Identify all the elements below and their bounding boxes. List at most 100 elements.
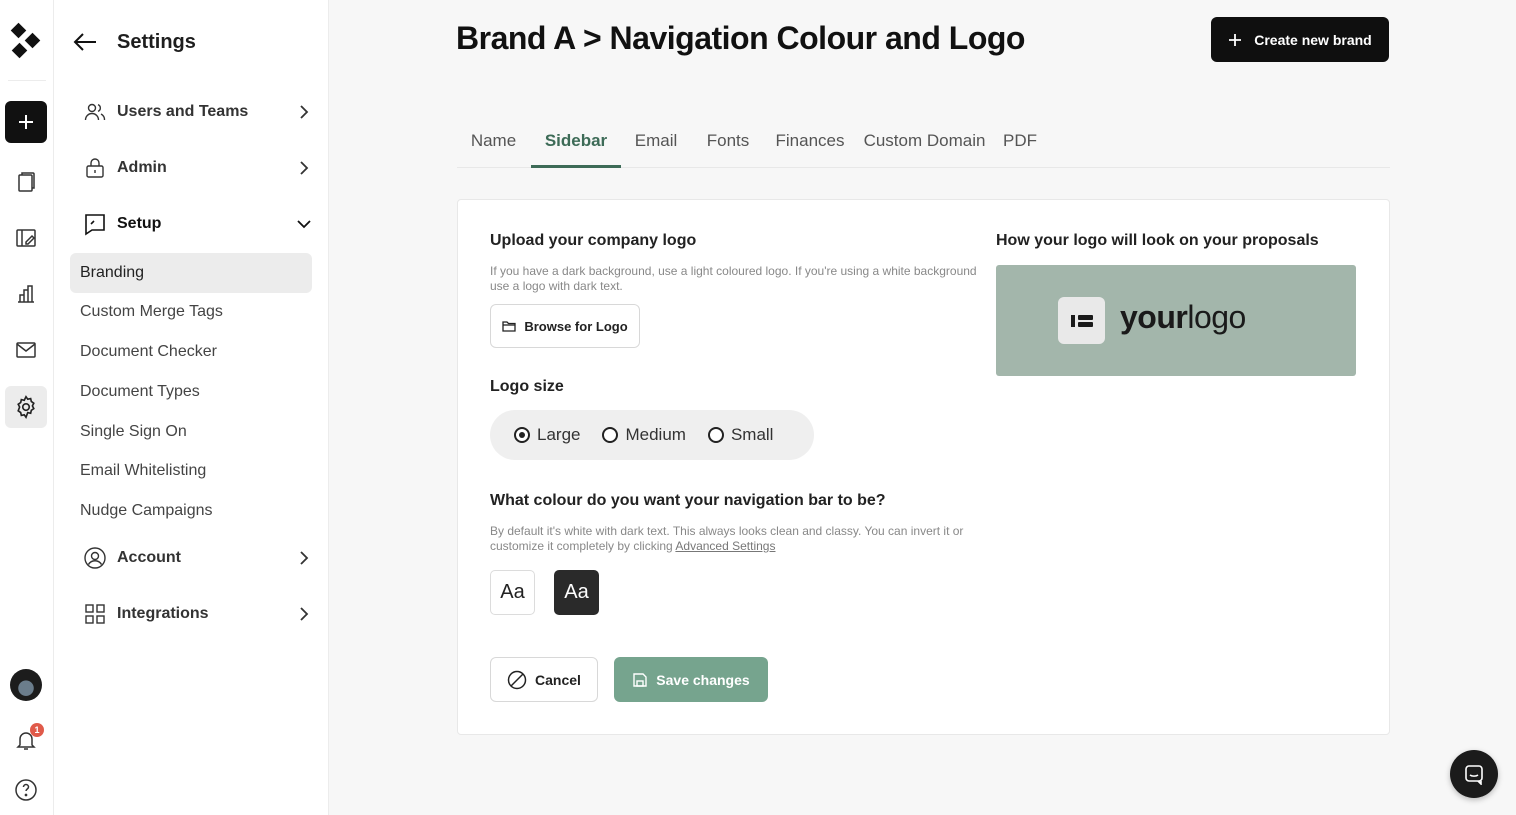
size-label: Large xyxy=(537,425,581,444)
advanced-settings-link[interactable]: Advanced Settings xyxy=(675,539,775,553)
logo-mark xyxy=(1058,297,1105,344)
logo-size-radio-group: Large Medium Small xyxy=(490,410,814,460)
browse-logo-label: Browse for Logo xyxy=(524,318,628,334)
colour-help-text: By default it's white with dark text. Th… xyxy=(490,524,990,554)
analytics-icon xyxy=(18,285,34,303)
setup-item-email-whitelisting[interactable]: Email Whitelisting xyxy=(70,451,312,491)
logo-mark-icon xyxy=(1070,314,1093,327)
chevron-right-icon xyxy=(300,607,309,621)
grid-icon xyxy=(85,604,105,624)
save-changes-label: Save changes xyxy=(656,671,750,688)
save-changes-button[interactable]: Save changes xyxy=(614,657,768,702)
colour-help-line-1: By default it's white with dark text. Th… xyxy=(490,524,964,538)
tab-name[interactable]: Name xyxy=(457,120,530,168)
lock-icon xyxy=(86,158,104,178)
radio-icon xyxy=(602,427,619,443)
size-option-large[interactable]: Large xyxy=(514,425,580,445)
help-button[interactable] xyxy=(5,769,47,811)
cancel-button[interactable]: Cancel xyxy=(490,657,598,702)
tab-sidebar[interactable]: Sidebar xyxy=(531,120,621,168)
create-new-brand-label: Create new brand xyxy=(1254,31,1372,48)
upload-help-text: If you have a dark background, use a lig… xyxy=(490,264,990,294)
colour-heading: What colour do you want your navigation … xyxy=(490,492,886,509)
cancel-icon xyxy=(507,670,527,689)
size-label: Medium xyxy=(625,425,686,444)
chat-icon xyxy=(1465,765,1483,785)
nav-label: Integrations xyxy=(117,605,209,622)
users-icon xyxy=(84,103,106,121)
size-label: Small xyxy=(730,425,774,444)
nav-colour-dark-swatch[interactable]: Aa xyxy=(554,570,599,615)
logo-word-light: logo xyxy=(1187,299,1246,335)
folder-icon xyxy=(502,321,517,332)
logo-wordmark: yourlogo xyxy=(1120,299,1246,336)
chevron-right-icon xyxy=(300,105,309,119)
nav-colour-light-swatch[interactable]: Aa xyxy=(490,570,535,615)
setup-item-single-sign-on[interactable]: Single Sign On xyxy=(70,412,312,452)
icon-rail: 1 xyxy=(0,0,54,815)
nav-account[interactable]: Account xyxy=(70,538,320,578)
colour-help-line-2: customize it completely by clicking xyxy=(490,539,676,553)
documents-button[interactable] xyxy=(5,161,47,203)
preview-heading: How your logo will look on your proposal… xyxy=(996,232,1319,249)
nav-label: Users and Teams xyxy=(117,103,249,120)
documents-icon xyxy=(18,172,35,192)
tab-finances[interactable]: Finances xyxy=(765,120,855,168)
save-icon xyxy=(633,672,647,687)
size-option-small[interactable]: Small xyxy=(707,425,774,445)
plus-icon xyxy=(1229,33,1242,46)
brand-logo-icon[interactable] xyxy=(10,22,44,62)
account-icon xyxy=(84,547,106,569)
templates-icon xyxy=(16,229,36,247)
brand-tabs: Name Sidebar Email Fonts Finances Custom… xyxy=(457,120,1390,168)
plus-icon xyxy=(19,115,33,129)
logo-word-bold: your xyxy=(1120,299,1188,335)
nav-label: Admin xyxy=(117,159,167,176)
back-arrow-icon[interactable] xyxy=(72,30,98,54)
setup-item-branding[interactable]: Branding xyxy=(70,253,312,293)
tab-custom-domain[interactable]: Custom Domain xyxy=(856,120,993,168)
logo-preview: yourlogo xyxy=(996,265,1356,376)
rail-divider xyxy=(8,80,46,81)
nav-setup[interactable]: Setup xyxy=(70,204,320,244)
upload-help-line-1: If you have a dark background, use a lig… xyxy=(490,264,977,278)
cancel-label: Cancel xyxy=(535,671,581,688)
mail-icon xyxy=(16,342,36,358)
browse-logo-button[interactable]: Browse for Logo xyxy=(490,304,640,348)
setup-item-custom-merge-tags[interactable]: Custom Merge Tags xyxy=(70,292,312,332)
avatar[interactable] xyxy=(10,669,42,701)
nav-users-and-teams[interactable]: Users and Teams xyxy=(70,92,320,132)
new-document-button[interactable] xyxy=(5,101,47,143)
analytics-button[interactable] xyxy=(5,273,47,315)
tab-pdf[interactable]: PDF xyxy=(994,120,1046,168)
gear-icon xyxy=(17,395,35,420)
settings-button[interactable] xyxy=(5,386,47,428)
upload-heading: Upload your company logo xyxy=(490,232,697,249)
setup-icon xyxy=(85,214,105,236)
setup-item-nudge-campaigns[interactable]: Nudge Campaigns xyxy=(70,491,312,531)
nav-integrations[interactable]: Integrations xyxy=(70,594,320,634)
tab-fonts[interactable]: Fonts xyxy=(692,120,764,168)
chevron-down-icon xyxy=(297,220,311,229)
main-content: Brand A > Navigation Colour and Logo Cre… xyxy=(329,0,1516,815)
templates-button[interactable] xyxy=(5,217,47,259)
radio-icon xyxy=(707,427,724,443)
branding-form-card: Upload your company logo If you have a d… xyxy=(457,199,1390,735)
chevron-right-icon xyxy=(300,551,309,565)
setup-item-document-checker[interactable]: Document Checker xyxy=(70,332,312,372)
nav-label: Account xyxy=(117,549,181,566)
mail-button[interactable] xyxy=(5,329,47,371)
tab-email[interactable]: Email xyxy=(621,120,691,168)
nav-label: Setup xyxy=(117,215,162,232)
radio-selected-icon xyxy=(514,427,530,443)
size-option-medium[interactable]: Medium xyxy=(602,425,686,445)
create-new-brand-button[interactable]: Create new brand xyxy=(1211,17,1389,62)
chevron-right-icon xyxy=(300,161,309,175)
nav-admin[interactable]: Admin xyxy=(70,148,320,188)
setup-item-document-types[interactable]: Document Types xyxy=(70,372,312,412)
settings-title: Settings xyxy=(117,31,196,53)
upload-help-line-2: use a logo with dark text. xyxy=(490,279,623,293)
page-title: Brand A > Navigation Colour and Logo xyxy=(456,20,1025,56)
chat-launcher-button[interactable] xyxy=(1450,750,1498,798)
logo-size-heading: Logo size xyxy=(490,378,564,395)
